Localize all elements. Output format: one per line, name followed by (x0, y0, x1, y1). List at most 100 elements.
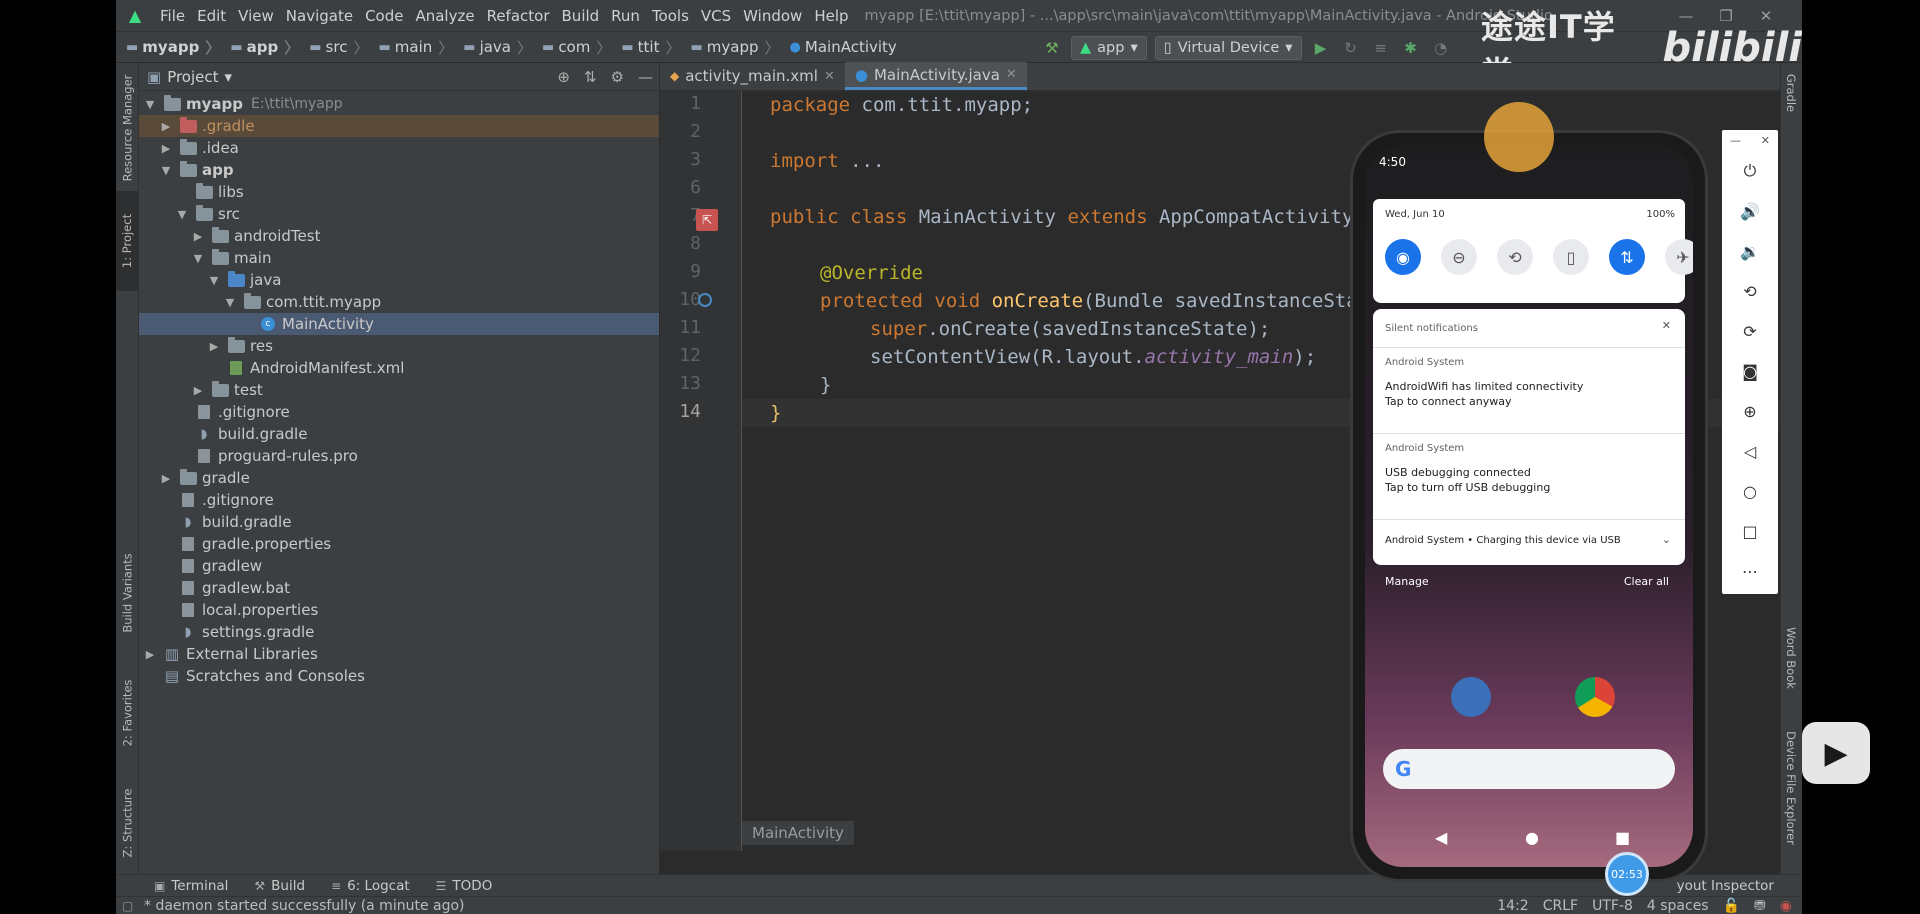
tree-item-settings-gradle[interactable]: ◗ settings.gradle (139, 621, 659, 643)
hide-panel-icon[interactable]: — (638, 68, 653, 86)
project-view-select[interactable]: Project (167, 68, 218, 86)
menu-tools[interactable]: Tools (646, 7, 695, 25)
do-not-disturb-icon[interactable]: ⊖ (1441, 239, 1477, 275)
profile-icon[interactable]: ◔ (1430, 37, 1452, 59)
emulator-minimize-icon[interactable]: — (1730, 134, 1741, 147)
breadcrumb-app[interactable]: ▬ app 〉 (220, 37, 299, 58)
notification-item[interactable]: Android System AndroidWifi has limited c… (1373, 357, 1685, 408)
menu-help[interactable]: Help (808, 7, 854, 25)
class-hierarchy-icon[interactable]: ⇱ (696, 209, 718, 231)
tree-item-myapp[interactable]: ▼ myapp E:\ttit\myapp (139, 93, 659, 115)
rotate-left-icon[interactable]: ⟲ (1722, 272, 1778, 310)
tree-item-scratches[interactable]: ▤ Scratches and Consoles (139, 665, 659, 687)
tree-item-src[interactable]: ▼ src (139, 203, 659, 225)
tool-favorites[interactable]: 2: Favorites (116, 663, 139, 763)
tree-item-app-gitignore[interactable]: .gitignore (139, 401, 659, 423)
tree-item-local-properties[interactable]: local.properties (139, 599, 659, 621)
tool-structure[interactable]: Z: Structure (116, 773, 139, 873)
git-icon[interactable]: ⛃ (1754, 898, 1766, 914)
tool-todo[interactable]: ☰ TODO (426, 878, 509, 894)
run-config-select[interactable]: ▲ app ▾ (1071, 36, 1147, 60)
emulator-close-icon[interactable]: ✕ (1761, 134, 1770, 147)
tree-item-mainactivity[interactable]: c MainActivity (139, 313, 659, 335)
tree-item-external-libraries[interactable]: ▶ ▥ External Libraries (139, 643, 659, 665)
close-tab-icon[interactable]: ✕ (824, 69, 835, 84)
battery-saver-icon[interactable]: ▯ (1553, 239, 1589, 275)
device-screen[interactable]: 4:50 Wed, Jun 10 100% ◉ ⊖ ⟲ ▯ ⇅ ✈ Silent… (1365, 145, 1693, 867)
tree-item-java[interactable]: ▼ java (139, 269, 659, 291)
menu-view[interactable]: View (232, 7, 280, 25)
menu-code[interactable]: Code (359, 7, 409, 25)
tool-word-book[interactable]: Word Book (1780, 603, 1802, 713)
chrome-app-icon[interactable] (1575, 677, 1615, 717)
editor-breadcrumb[interactable]: MainActivity (742, 821, 854, 845)
volume-up-icon[interactable]: 🔊 (1722, 192, 1778, 230)
event-log-icon[interactable]: ◉ (1780, 898, 1792, 914)
breadcrumb-mainactivity[interactable]: ● MainActivity (780, 38, 897, 56)
menu-run[interactable]: Run (605, 7, 646, 25)
volume-down-icon[interactable]: 🔉 (1722, 232, 1778, 270)
close-icon[interactable]: ✕ (1662, 319, 1671, 332)
run-icon[interactable]: ▶ (1310, 37, 1332, 59)
tool-layout-inspector[interactable]: yout Inspector (1677, 878, 1774, 894)
mobile-data-icon[interactable]: ⇅ (1609, 239, 1645, 275)
tree-item-package[interactable]: ▼ com.ttit.myapp (139, 291, 659, 313)
tool-build-variants[interactable]: Build Variants (116, 543, 139, 643)
tool-build[interactable]: ⚒ Build (244, 878, 321, 894)
breadcrumb-main[interactable]: ▬ main 〉 (368, 37, 453, 58)
back-nav-icon[interactable]: ◀ (1435, 828, 1447, 847)
overview-icon[interactable]: □ (1722, 512, 1778, 550)
collapse-all-icon[interactable]: ⇅ (584, 68, 597, 86)
menu-analyze[interactable]: Analyze (409, 7, 480, 25)
tree-item-androidtest[interactable]: ▶ androidTest (139, 225, 659, 247)
tool-terminal[interactable]: ▣ Terminal (144, 878, 244, 894)
power-icon[interactable]: ⏻ (1722, 152, 1778, 190)
tree-item-libs[interactable]: libs (139, 181, 659, 203)
menu-window[interactable]: Window (737, 7, 808, 25)
auto-rotate-icon[interactable]: ⟲ (1497, 239, 1533, 275)
rotate-right-icon[interactable]: ⟳ (1722, 312, 1778, 350)
more-icon[interactable]: ⋯ (1722, 552, 1778, 590)
breadcrumb-com[interactable]: ▬ com 〉 (532, 37, 611, 58)
tree-item-main[interactable]: ▼ main (139, 247, 659, 269)
locate-icon[interactable]: ⊕ (557, 68, 570, 86)
notification-item[interactable]: Android System USB debugging connected T… (1373, 443, 1685, 494)
menu-build[interactable]: Build (556, 7, 606, 25)
home-nav-icon[interactable]: ● (1525, 828, 1539, 847)
tab-activity-main-xml[interactable]: ◆ activity_main.xml ✕ (660, 62, 845, 90)
tree-item-app[interactable]: ▼ app (139, 159, 659, 181)
menu-refactor[interactable]: Refactor (481, 7, 556, 25)
apply-changes-icon[interactable]: ≡ (1370, 37, 1392, 59)
override-marker-icon[interactable] (698, 293, 712, 307)
toggle-tool-windows-icon[interactable]: ▢ (122, 899, 133, 913)
home-icon[interactable]: ○ (1722, 472, 1778, 510)
tab-mainactivity-java[interactable]: ● MainActivity.java ✕ (844, 62, 1027, 90)
file-encoding[interactable]: UTF-8 (1592, 898, 1633, 914)
airplane-mode-icon[interactable]: ✈ (1665, 239, 1693, 275)
gear-icon[interactable]: ⚙ (611, 68, 624, 86)
tree-item-idea[interactable]: ▶ .idea (139, 137, 659, 159)
menu-vcs[interactable]: VCS (695, 7, 737, 25)
close-tab-icon[interactable]: ✕ (1006, 67, 1017, 82)
tool-resource-manager[interactable]: Resource Manager (116, 73, 139, 183)
caret-position[interactable]: 14:2 (1497, 898, 1528, 914)
breadcrumb-myapp-package[interactable]: ▬ myapp 〉 (681, 37, 780, 58)
menu-edit[interactable]: Edit (191, 7, 232, 25)
messages-app-icon[interactable] (1451, 677, 1491, 717)
tree-item-proguard[interactable]: proguard-rules.pro (139, 445, 659, 467)
tree-item-manifest[interactable]: AndroidManifest.xml (139, 357, 659, 379)
tree-item-res[interactable]: ▶ res (139, 335, 659, 357)
menu-navigate[interactable]: Navigate (280, 7, 359, 25)
tool-device-file-explorer[interactable]: Device File Explorer (1780, 703, 1802, 873)
tree-item-gradle[interactable]: ▶ gradle (139, 467, 659, 489)
notification-charging[interactable]: Android System • Charging this device vi… (1373, 533, 1685, 546)
tree-item-gradle-properties[interactable]: gradle.properties (139, 533, 659, 555)
tree-item-app-build-gradle[interactable]: ◗ build.gradle (139, 423, 659, 445)
tree-item-gradlew[interactable]: gradlew (139, 555, 659, 577)
clear-all-button[interactable]: Clear all (1624, 575, 1669, 588)
google-search-bar[interactable]: G (1383, 749, 1675, 789)
line-separator[interactable]: CRLF (1543, 898, 1578, 914)
tree-item-gradlew-bat[interactable]: gradlew.bat (139, 577, 659, 599)
tree-item-gitignore[interactable]: .gitignore (139, 489, 659, 511)
manage-notifications-button[interactable]: Manage (1385, 575, 1429, 588)
